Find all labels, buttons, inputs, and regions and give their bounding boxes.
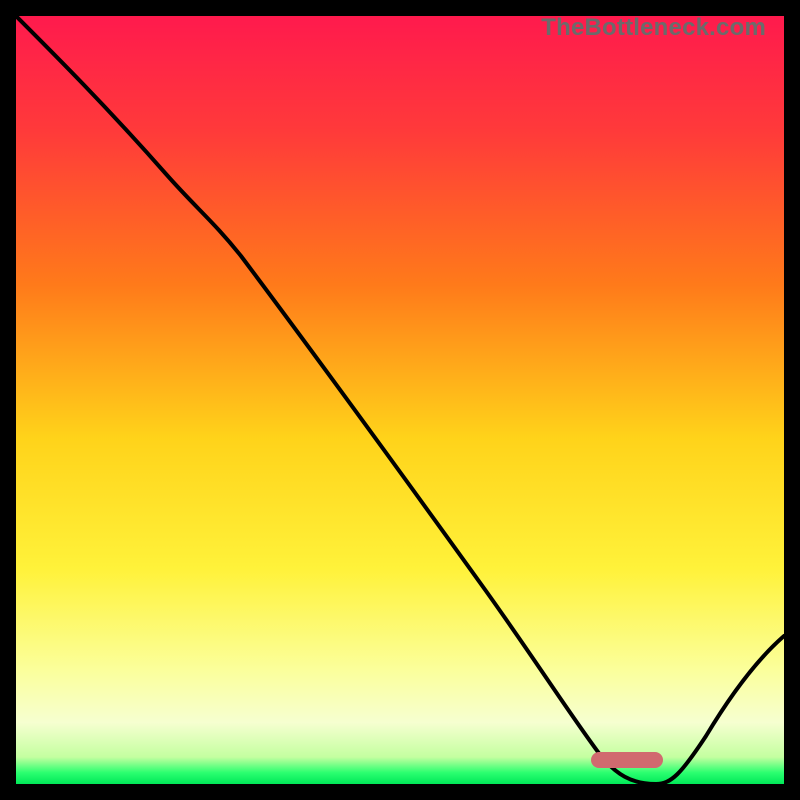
- chart-plot-area: TheBottleneck.com: [16, 16, 784, 784]
- chart-svg: [16, 16, 784, 784]
- optimal-range-marker: [591, 752, 663, 768]
- gradient-background: [16, 16, 784, 784]
- watermark-label: TheBottleneck.com: [541, 16, 766, 42]
